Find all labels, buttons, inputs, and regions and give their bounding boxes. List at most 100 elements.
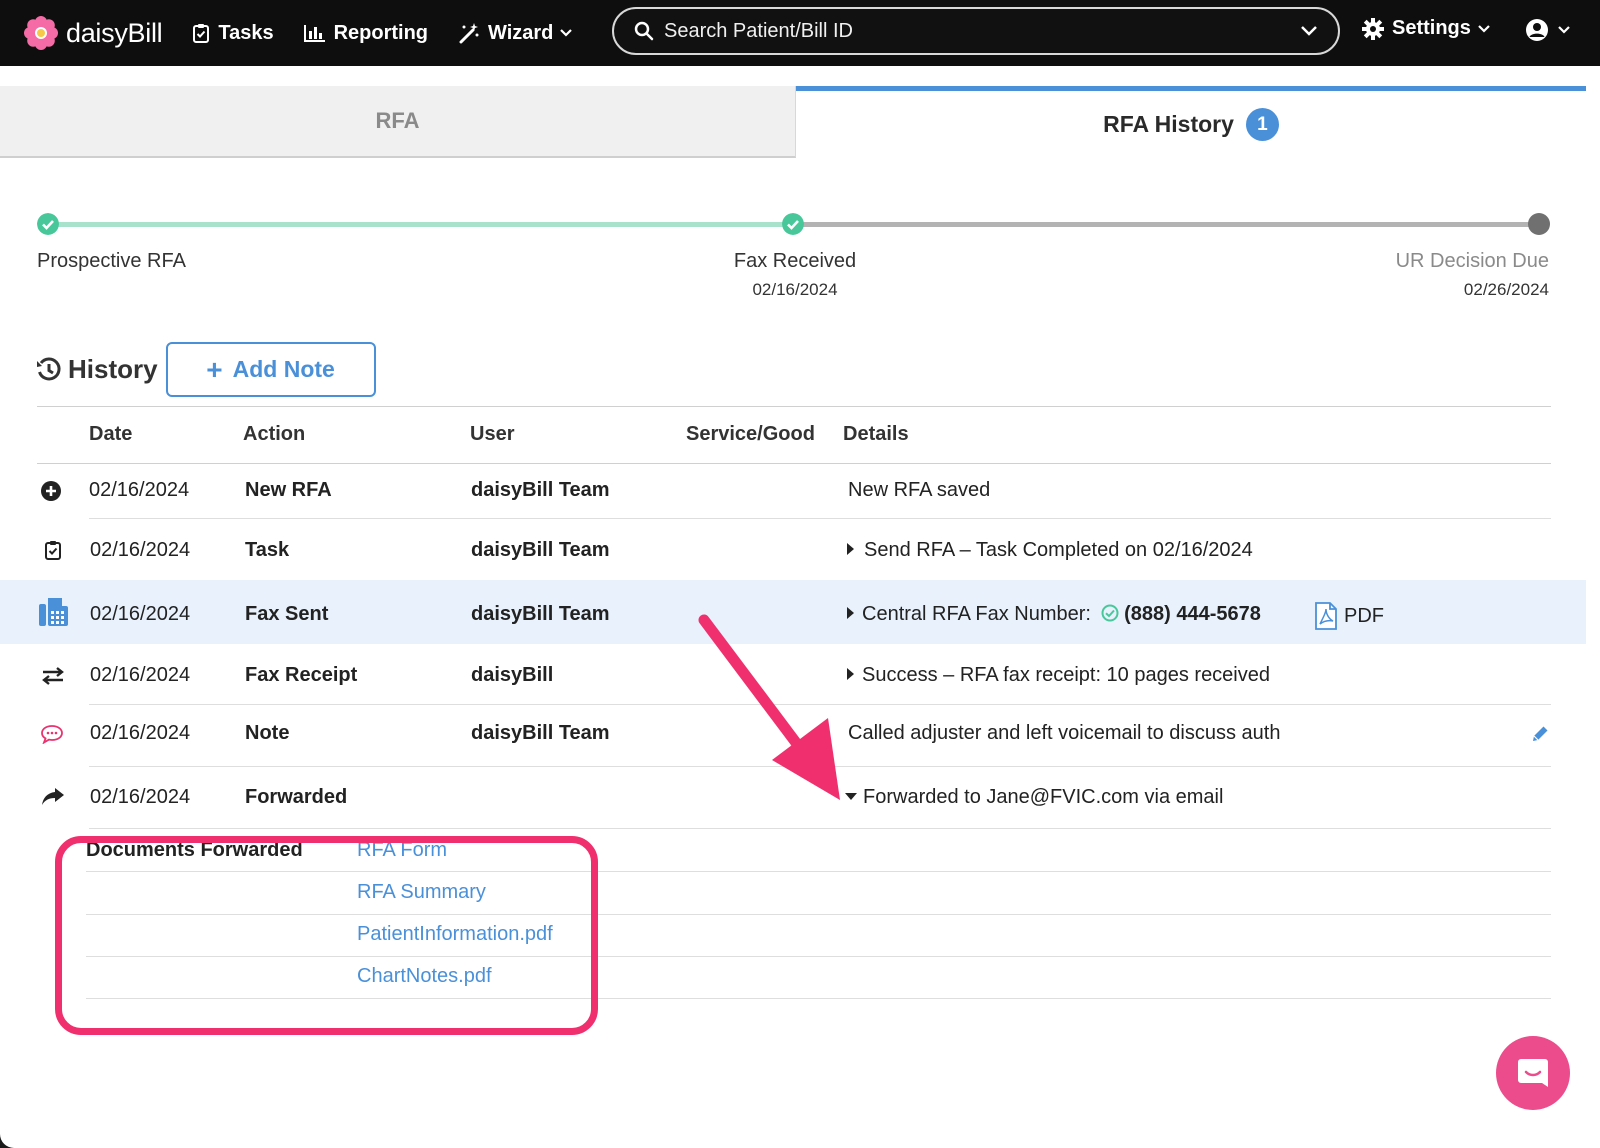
row-action: Fax Sent [245, 603, 329, 625]
chat-icon [1518, 1059, 1548, 1087]
main-content: RFA RFA History 1 Prospective RFA Fax Re… [0, 66, 1600, 1148]
row-action: New RFA [245, 479, 332, 501]
row-divider [89, 518, 1551, 519]
account-menu[interactable] [1525, 18, 1571, 42]
column-header-user: User [470, 423, 515, 445]
row-details: Called adjuster and left voicemail to di… [848, 722, 1281, 744]
column-header-date: Date [89, 423, 133, 445]
nav-settings-label: Settings [1392, 17, 1471, 39]
forward-arrow-icon [42, 788, 64, 805]
search-input[interactable] [664, 19, 1300, 43]
step-label: Fax Received [733, 250, 857, 272]
row-action: Task [245, 539, 290, 561]
history-title: History [68, 354, 158, 384]
history-count-badge: 1 [1245, 108, 1279, 141]
pencil-edit-icon[interactable] [1530, 724, 1550, 744]
nav-wizard[interactable]: Wizard [458, 22, 573, 45]
speech-bubble-icon [41, 725, 63, 744]
row-user: daisyBill Team [471, 479, 610, 501]
clipboard-check-icon [193, 24, 210, 43]
row-date: 02/16/2024 [90, 539, 191, 561]
gear-icon [1362, 17, 1384, 40]
column-header-action: Action [243, 423, 306, 445]
row-details: New RFA saved [848, 479, 991, 501]
plus-circle-icon [41, 481, 61, 501]
row-details: Forwarded to Jane@FVIC.com via email [863, 786, 1224, 808]
row-details-toggle[interactable]: Forwarded to Jane@FVIC.com via email [845, 786, 1223, 809]
nav-tasks-label: Tasks [218, 21, 274, 44]
plus-icon: + [206, 353, 223, 385]
chevron-down-icon [1478, 24, 1490, 33]
row-details: Send RFA – Task Completed on 02/16/2024 [864, 539, 1253, 561]
annotation-arrow [698, 614, 840, 800]
tab-rfa[interactable]: RFA [0, 86, 796, 158]
add-note-label: Add Note [232, 356, 335, 382]
chat-support-button[interactable] [1496, 1036, 1570, 1110]
fax-machine-icon [39, 598, 68, 626]
tab-rfa-history[interactable]: RFA History 1 [796, 86, 1586, 158]
brand-logo[interactable]: daisyBill [24, 16, 163, 50]
row-date: 02/16/2024 [90, 664, 191, 686]
search-icon [634, 21, 654, 41]
row-user: daisyBill Team [471, 539, 610, 561]
fax-number-value: (888) 444-5678 [1124, 603, 1261, 625]
brand-name: daisyBill [66, 17, 163, 48]
nav-settings[interactable]: Settings [1362, 17, 1491, 40]
row-details-toggle[interactable]: Success – RFA fax receipt: 10 pages rece… [847, 664, 1270, 687]
step-date: 02/26/2024 [1463, 280, 1549, 299]
tab-rfa-label: RFA [375, 108, 420, 133]
column-header-details: Details [843, 423, 909, 445]
pdf-label: PDF [1344, 604, 1384, 627]
step-label: Prospective RFA [37, 250, 186, 272]
chevron-down-icon [560, 29, 573, 37]
row-details: Success – RFA fax receipt: 10 pages rece… [862, 664, 1270, 686]
search-bar[interactable] [612, 7, 1340, 55]
row-user: daisyBill [471, 664, 554, 686]
row-date: 02/16/2024 [90, 786, 191, 808]
header-divider [37, 463, 1551, 464]
nav-reporting[interactable]: Reporting [303, 21, 429, 45]
pdf-attachment-link[interactable]: PDF [1314, 602, 1384, 630]
row-action: Fax Receipt [245, 664, 358, 686]
progress-line-complete [48, 222, 796, 227]
nav-wizard-label: Wizard [488, 21, 554, 44]
nav-reporting-label: Reporting [333, 21, 429, 44]
add-note-button[interactable]: + Add Note [165, 342, 376, 397]
exchange-arrows-icon [42, 667, 64, 685]
step-date: 02/16/2024 [752, 280, 838, 299]
row-date: 02/16/2024 [89, 479, 190, 501]
tab-bar: RFA RFA History 1 [0, 86, 1586, 158]
history-header: History + Add Note [36, 342, 376, 397]
check-circle-icon [782, 213, 804, 235]
chevron-down-icon [1558, 26, 1570, 34]
check-circle-icon [1101, 604, 1119, 622]
pdf-file-icon [1315, 602, 1337, 630]
step-label: UR Decision Due [1395, 250, 1549, 272]
row-date: 02/16/2024 [90, 722, 191, 744]
fax-number-label: Central RFA Fax Number: [862, 603, 1091, 625]
row-user: daisyBill Team [471, 603, 610, 625]
pending-step-dot [1528, 213, 1550, 235]
tab-rfa-history-label: RFA History [1103, 111, 1234, 137]
row-details-toggle[interactable]: Central RFA Fax Number: (888) 444-5678 [847, 603, 1261, 626]
table-top-divider [37, 406, 1551, 407]
user-circle-icon [1526, 19, 1548, 41]
top-nav: daisyBill Tasks Reporting Wizard Search … [0, 0, 1600, 66]
nav-tasks[interactable]: Tasks [192, 21, 274, 45]
row-action: Forwarded [245, 786, 348, 808]
row-date: 02/16/2024 [90, 603, 191, 625]
check-circle-icon [37, 213, 59, 235]
row-details-toggle[interactable]: Send RFA – Task Completed on 02/16/2024 [847, 539, 1253, 562]
daisy-flower-icon [24, 16, 58, 50]
column-header-service: Service/Good [686, 423, 815, 445]
row-action: Note [245, 722, 290, 744]
bar-chart-icon [303, 25, 325, 42]
task-clipboard-icon [45, 541, 61, 560]
history-clock-icon [37, 356, 61, 380]
row-user: daisyBill Team [471, 722, 610, 744]
row-divider [89, 828, 1551, 829]
caret-right-icon [847, 543, 854, 555]
progress-line-pending [796, 222, 1538, 227]
annotation-highlight-box [55, 836, 598, 1035]
chevron-down-icon[interactable] [1300, 25, 1318, 37]
